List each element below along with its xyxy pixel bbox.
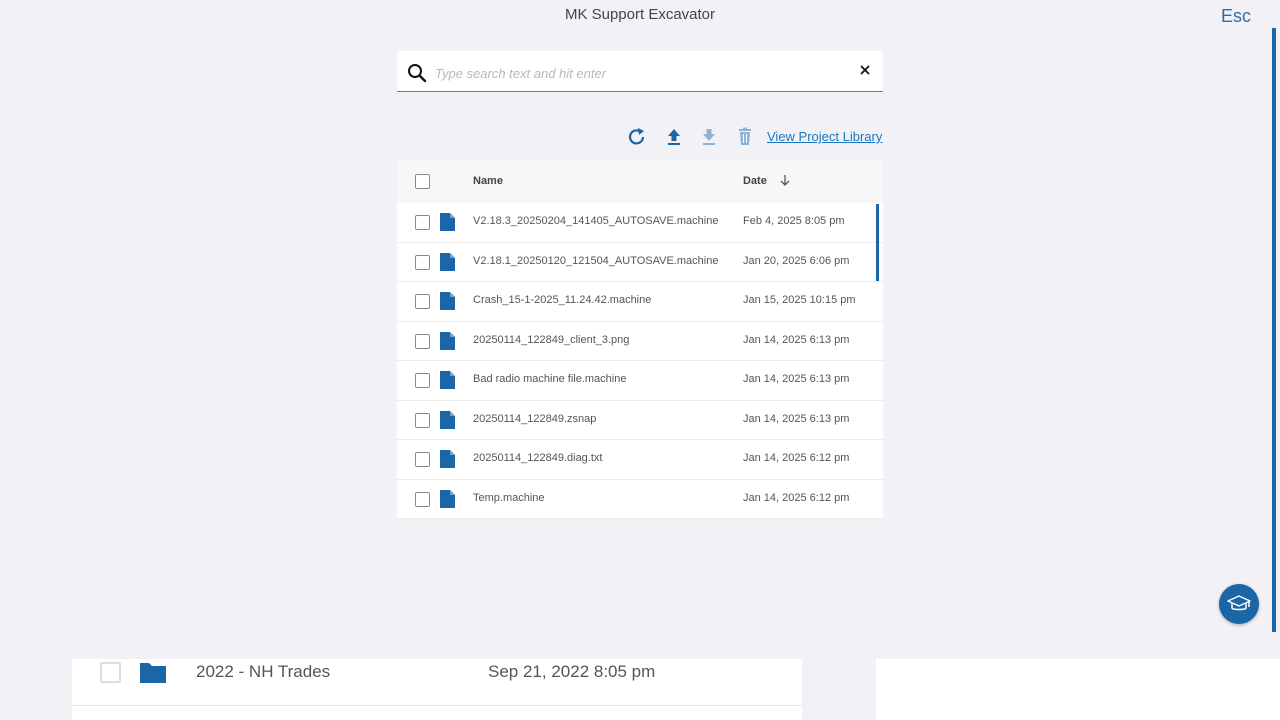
file-icon	[440, 252, 455, 271]
table-row[interactable]: 20250114_122849_client_3.png Jan 14, 2025…	[397, 322, 883, 361]
row-checkbox[interactable]	[415, 491, 430, 507]
row-checkbox[interactable]	[415, 452, 430, 467]
row-checkbox[interactable]	[415, 254, 430, 270]
file-date: Jan 15, 2025 10:15 pm	[743, 294, 856, 306]
refresh-icon[interactable]	[627, 126, 647, 148]
row-checkbox[interactable]	[415, 373, 430, 388]
file-date: Jan 20, 2025 6:06 pm	[743, 254, 850, 267]
page-scrollbar[interactable]	[1272, 28, 1276, 632]
row-checkbox[interactable]	[415, 333, 430, 349]
table-row[interactable]: V2.18.1_20250120_121504_AUTOSAVE.machine…	[397, 243, 883, 282]
table-scrollbar[interactable]	[876, 204, 879, 281]
row-checkbox[interactable]	[415, 294, 430, 309]
file-name: V2.18.3_20250204_141405_AUTOSAVE.machine	[473, 215, 719, 227]
table-row[interactable]: 20250114_122849.zsnap Jan 14, 2025 6:13 p…	[397, 401, 883, 440]
file-date: Jan 14, 2025 6:13 pm	[743, 373, 850, 385]
file-date: Feb 4, 2025 8:05 pm	[743, 215, 845, 227]
background-side-panel	[876, 659, 1280, 720]
file-name: Temp.machine	[473, 491, 545, 504]
close-icon[interactable]	[856, 61, 874, 79]
file-icon	[440, 331, 455, 350]
file-icon	[440, 371, 455, 389]
trash-icon[interactable]	[735, 126, 755, 148]
help-button[interactable]	[1219, 584, 1259, 624]
download-icon[interactable]	[699, 126, 719, 148]
file-name: Crash_15-1-2025_11.24.42.machine	[473, 294, 652, 306]
table-header: Name Date	[397, 160, 883, 203]
page-title: MK Support Excavator	[564, 6, 716, 23]
file-icon	[440, 213, 455, 231]
file-icon	[440, 410, 455, 429]
file-name: 20250114_122849.zsnap	[473, 412, 597, 425]
file-name: 20250114_122849_client_3.png	[473, 333, 630, 346]
column-header-date[interactable]: Date	[743, 175, 767, 187]
row-checkbox[interactable]	[415, 412, 430, 428]
column-header-name[interactable]: Name	[473, 175, 503, 187]
file-name: Bad radio machine file.machine	[473, 373, 627, 385]
upload-icon[interactable]	[664, 126, 684, 148]
graduation-cap-icon	[1227, 595, 1251, 611]
arrow-down-icon[interactable]	[778, 173, 792, 187]
table-row[interactable]: Bad radio machine file.machine Jan 14, 20…	[397, 361, 883, 401]
file-date: Jan 14, 2025 6:13 pm	[743, 333, 850, 346]
search-input[interactable]	[433, 60, 837, 86]
folder-name: 2022 - NH Trades	[196, 662, 331, 681]
row-checkbox[interactable]	[100, 662, 121, 683]
select-all-checkbox[interactable]	[415, 174, 430, 189]
row-checkbox[interactable]	[415, 215, 430, 230]
folder-date: Sep 21, 2022 8:05 pm	[488, 662, 656, 681]
file-name: V2.18.1_20250120_121504_AUTOSAVE.machine	[473, 254, 719, 267]
list-item[interactable]: 2022 - NH Trades Sep 21, 2022 8:05 pm	[72, 659, 802, 706]
esc-button[interactable]: Esc	[1221, 6, 1251, 27]
table-row[interactable]: 20250114_122849.diag.txt Jan 14, 2025 6:1…	[397, 440, 883, 480]
table-row[interactable]: Temp.machine Jan 14, 2025 6:12 pm	[397, 480, 883, 519]
file-icon	[440, 292, 455, 310]
file-table: Name Date V2.18.3_20250204_141405_AUTOSA…	[397, 160, 883, 519]
file-date: Jan 14, 2025 6:12 pm	[743, 491, 850, 504]
search-bar	[397, 51, 883, 92]
view-project-library-link[interactable]: View Project Library	[767, 129, 882, 144]
file-icon	[440, 450, 455, 468]
file-date: Jan 14, 2025 6:12 pm	[743, 452, 850, 464]
folder-icon	[140, 663, 166, 683]
background-file-list: 2022 - NH Trades Sep 21, 2022 8:05 pm	[72, 659, 802, 720]
file-icon	[440, 489, 455, 508]
file-date: Jan 14, 2025 6:13 pm	[743, 412, 850, 425]
file-name: 20250114_122849.diag.txt	[473, 452, 603, 464]
search-icon[interactable]	[407, 63, 427, 83]
table-row[interactable]: V2.18.3_20250204_141405_AUTOSAVE.machine…	[397, 203, 883, 243]
table-row[interactable]: Crash_15-1-2025_11.24.42.machine Jan 15, …	[397, 282, 883, 322]
